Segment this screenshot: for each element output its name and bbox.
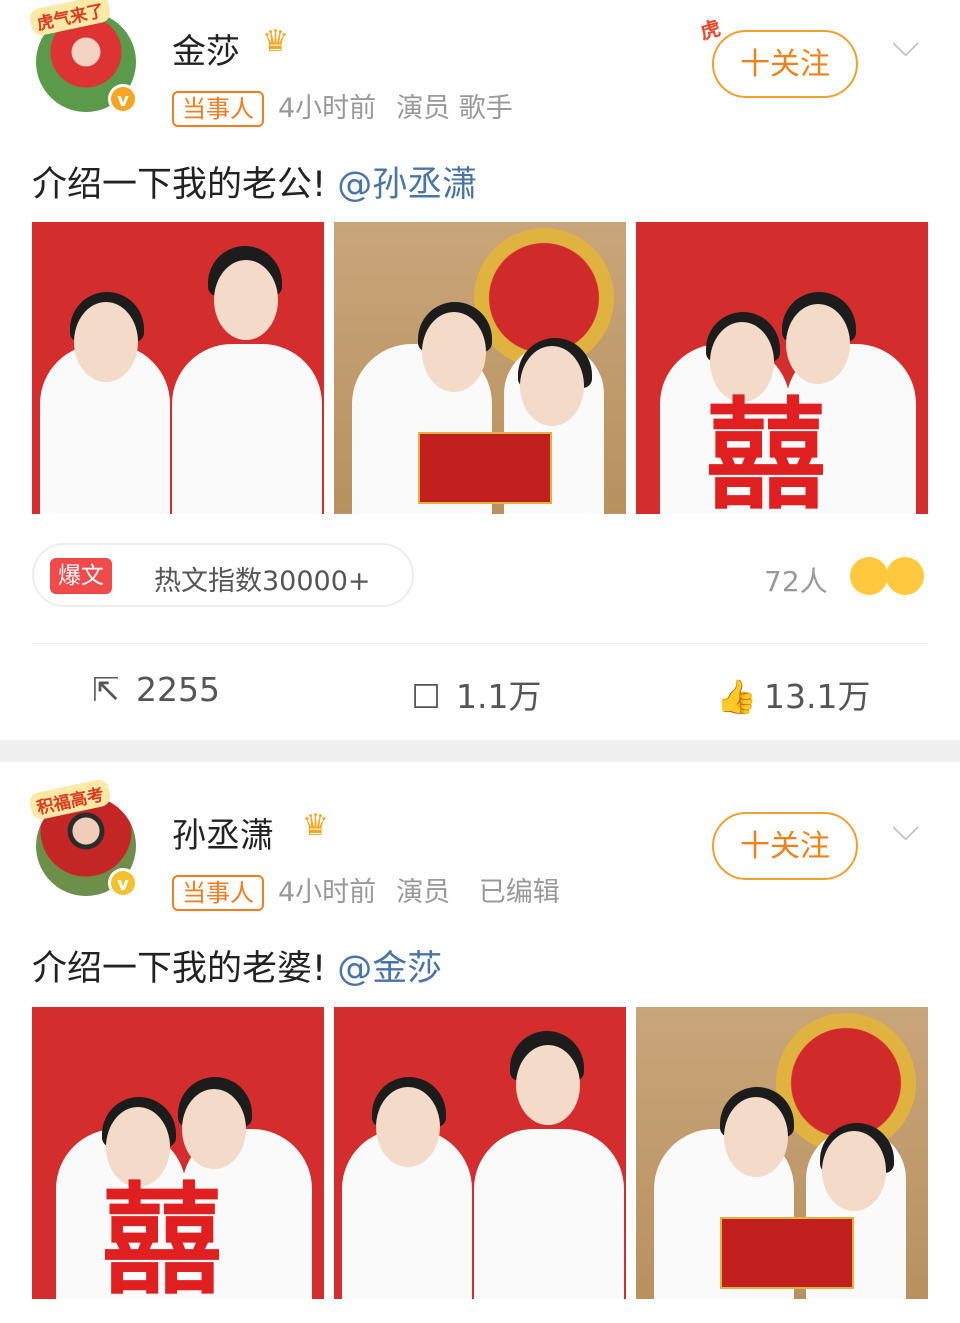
avatar[interactable]: 积福高考 v (28, 777, 140, 898)
post-card: 虎气来了 v 金莎 ♛ 当事人 4小时前 演员 歌手 虎 十关注 ⌵ 介绍一下我的老… (0, 0, 960, 740)
post-card: 积福高考 v 孙丞潇 ♛ 当事人 4小时前 演员 已编辑 十关注 ⌵ 介绍一下我的老… (0, 762, 960, 1323)
comment-count: 1.1万 (456, 677, 542, 716)
chevron-down-icon[interactable]: ⌵ (892, 24, 919, 66)
post-meta: 当事人 4小时前 演员 已编辑 (172, 870, 560, 911)
post-photo[interactable]: 囍 (32, 1007, 324, 1299)
post-separator (0, 740, 960, 762)
verified-icon: v (108, 84, 138, 114)
grin-emoji-icon (886, 557, 924, 595)
post-meta: 当事人 4小时前 演员 歌手 (172, 86, 513, 127)
crown-icon: ♛ (262, 24, 289, 59)
reactions-count[interactable]: 72人 (764, 560, 828, 600)
post-time: 4小时前 (278, 877, 377, 908)
mention-link[interactable]: @孙丞潇 (337, 165, 477, 205)
crown-icon: ♛ (302, 808, 329, 843)
post-time: 4小时前 (278, 93, 377, 124)
party-tag: 当事人 (172, 91, 264, 127)
edited-label: 已编辑 (478, 877, 560, 908)
post-photo[interactable] (636, 1007, 928, 1299)
post-photo[interactable] (334, 222, 626, 514)
author-name[interactable]: 金莎 (172, 24, 240, 73)
author-label: 演员 (396, 93, 451, 124)
avatar[interactable]: 虎气来了 v (28, 0, 140, 114)
hot-badge: 爆文 (50, 558, 112, 594)
post-photo[interactable]: 囍 (636, 222, 928, 514)
laugh-emoji-icon (850, 557, 888, 595)
post-text: 介绍一下我的老公! (32, 165, 327, 205)
chevron-down-icon[interactable]: ⌵ (892, 808, 919, 850)
mention-link[interactable]: @金莎 (337, 949, 442, 989)
post-content: 介绍一下我的老婆! @金莎 (32, 940, 442, 991)
repost-icon: ⇱ (92, 670, 120, 709)
follow-button[interactable]: 十关注 (712, 812, 858, 880)
decoration-sticker: 虎 (697, 15, 724, 45)
post-content: 介绍一下我的老公! @孙丞潇 (32, 156, 477, 207)
comment-icon: ☐ (411, 677, 441, 716)
repost-button[interactable]: ⇱ 2255 (88, 670, 220, 709)
post-photo[interactable] (32, 222, 324, 514)
follow-button[interactable]: 十关注 (712, 30, 858, 98)
author-label: 演员 (396, 877, 451, 908)
hot-index-pill[interactable]: 爆文 热文指数30000+ (32, 543, 414, 607)
divider (32, 643, 928, 644)
author-label: 歌手 (458, 93, 513, 124)
comment-button[interactable]: ☐ 1.1万 (408, 670, 541, 718)
like-button[interactable]: 👍 13.1万 (716, 670, 870, 718)
repost-count: 2255 (136, 670, 220, 709)
hot-index-text: 热文指数30000+ (154, 566, 371, 597)
verified-icon: v (108, 868, 138, 898)
party-tag: 当事人 (172, 875, 264, 911)
author-name[interactable]: 孙丞潇 (172, 808, 274, 857)
like-icon: 👍 (716, 677, 758, 716)
like-count: 13.1万 (764, 677, 871, 716)
post-text: 介绍一下我的老婆! (32, 949, 327, 989)
post-photo[interactable] (334, 1007, 626, 1299)
